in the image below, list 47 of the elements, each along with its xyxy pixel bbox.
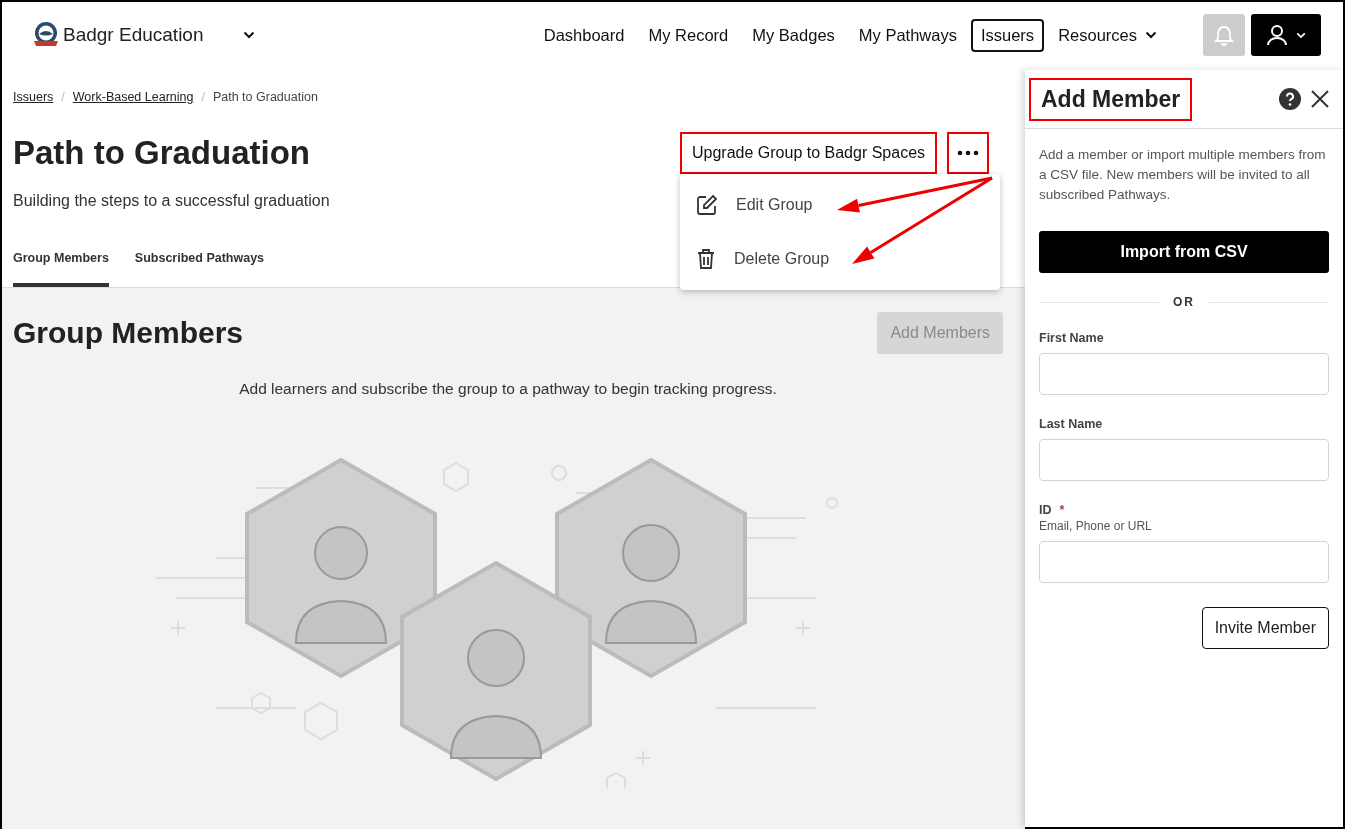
- more-button[interactable]: [947, 132, 990, 174]
- nav-link[interactable]: Dashboard: [533, 18, 635, 52]
- brand-name[interactable]: Badgr Education: [63, 24, 204, 46]
- edit-icon: [696, 194, 718, 216]
- user-icon: [1266, 24, 1288, 46]
- input-field[interactable]: [1039, 439, 1329, 481]
- logo-icon: [32, 21, 60, 49]
- field-label: First Name: [1039, 331, 1104, 345]
- section-title: Group Members: [13, 316, 244, 350]
- nav-link[interactable]: My Record: [638, 18, 739, 52]
- nav-link[interactable]: Issuers: [970, 18, 1045, 52]
- bell-icon: [1214, 24, 1234, 46]
- nav-link[interactable]: My Pathways: [848, 18, 967, 52]
- nav-link[interactable]: Resources: [1048, 18, 1167, 52]
- input-field[interactable]: [1039, 353, 1329, 395]
- chevron-down-icon: [1296, 31, 1306, 39]
- breadcrumb-current: Path to Graduation: [212, 90, 318, 104]
- invite-member-button[interactable]: Invite Member: [1201, 607, 1329, 649]
- menu-item[interactable]: Edit Group: [680, 194, 1000, 216]
- page-title: Path to Graduation: [13, 134, 310, 172]
- empty-state-text: Add learners and subscribe the group to a pathway to begin tracking progress.: [238, 380, 778, 398]
- menu-item[interactable]: Delete Group: [680, 248, 1000, 270]
- input-field[interactable]: [1039, 541, 1329, 583]
- field-hint: Email, Phone or URL: [1039, 519, 1153, 533]
- panel-title: Add Member: [1029, 77, 1193, 121]
- help-icon[interactable]: [1279, 88, 1301, 110]
- account-button[interactable]: [1251, 14, 1321, 56]
- more-icon: [957, 150, 980, 156]
- trash-icon: [696, 248, 716, 270]
- tab[interactable]: Subscribed Pathways: [134, 251, 265, 287]
- import-csv-button[interactable]: Import from CSV: [1039, 231, 1329, 273]
- page-subtitle: Building the steps to a successful graduation: [13, 192, 330, 210]
- chevron-down-icon: [1145, 31, 1157, 39]
- chevron-down-icon: [242, 31, 255, 39]
- required-marker: *: [1059, 503, 1065, 517]
- close-icon[interactable]: [1311, 90, 1329, 108]
- field-label: ID: [1039, 503, 1052, 517]
- nav-link[interactable]: My Badges: [742, 18, 845, 52]
- breadcrumb-link[interactable]: Issuers: [13, 90, 54, 104]
- divider-label: OR: [1173, 295, 1195, 309]
- field-label: Last Name: [1039, 417, 1103, 431]
- upgrade-button[interactable]: Upgrade Group to Badgr Spaces: [680, 132, 938, 174]
- panel-description: Add a member or import multiple members from a CSV file. New members will be invited to all subscribed Pathways.: [1039, 146, 1327, 204]
- brand-dropdown[interactable]: [242, 31, 255, 39]
- breadcrumb-link[interactable]: Work-Based Learning: [72, 90, 194, 104]
- breadcrumb-separator: /: [61, 90, 65, 104]
- breadcrumb-separator: /: [201, 90, 205, 104]
